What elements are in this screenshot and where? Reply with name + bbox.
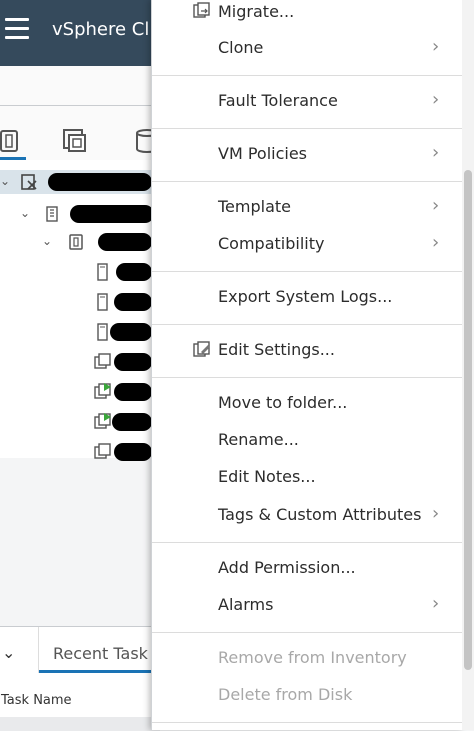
menu-item-delete-from-disk: Delete from Disk: [152, 678, 463, 712]
vm-icon: [94, 443, 111, 459]
tree-row-vm[interactable]: [0, 350, 160, 374]
menu-item-label: Fault Tolerance: [218, 91, 338, 110]
menu-scrollbar[interactable]: [462, 0, 474, 730]
hosts-and-clusters-tab-icon[interactable]: [0, 128, 26, 154]
menu-item-edit-notes[interactable]: Edit Notes...: [152, 460, 463, 494]
tree-row-vcenter[interactable]: ⌄: [0, 170, 160, 194]
chevron-right-icon: ›: [432, 89, 440, 110]
menu-item-label: Move to folder...: [218, 393, 348, 412]
menu-item-clone[interactable]: Clone ›: [152, 31, 463, 65]
recent-tasks-label: Recent Task: [53, 644, 148, 663]
chevron-right-icon: ›: [432, 503, 440, 524]
host-icon: [97, 263, 108, 281]
app-title[interactable]: vSphere Cl: [52, 19, 149, 40]
chevron-right-icon: ›: [432, 593, 440, 614]
menu-item-migrate[interactable]: Migrate...: [152, 0, 463, 29]
chevron-down-icon[interactable]: ⌄: [0, 174, 10, 188]
vms-and-templates-tab-icon[interactable]: [62, 128, 88, 154]
menu-item-alarms[interactable]: Alarms ›: [152, 588, 463, 622]
menu-item-move-to-folder[interactable]: Move to folder...: [152, 386, 463, 420]
chevron-down-icon[interactable]: ⌄: [42, 234, 52, 248]
redacted-name: [114, 443, 152, 461]
menu-item-label: Rename...: [218, 430, 299, 449]
tab-recent-tasks[interactable]: Recent Task: [38, 627, 159, 673]
menu-divider: [152, 128, 463, 129]
active-tab-indicator: [39, 670, 159, 673]
hamburger-menu-icon[interactable]: [5, 18, 29, 39]
menu-divider: [152, 377, 463, 378]
chevron-right-icon: ›: [432, 195, 440, 216]
host-icon: [97, 293, 108, 311]
menu-divider: [152, 722, 463, 723]
tree-row-vm-powered-on[interactable]: [0, 380, 160, 404]
menu-item-fault-tolerance[interactable]: Fault Tolerance ›: [152, 84, 463, 118]
menu-item-vm-policies[interactable]: VM Policies ›: [152, 137, 463, 171]
redacted-name: [114, 353, 152, 371]
menu-divider: [152, 181, 463, 182]
scrollbar-thumb[interactable]: [464, 170, 472, 670]
tree-row-host[interactable]: [0, 320, 160, 344]
redacted-name: [70, 205, 154, 223]
menu-item-label: Tags & Custom Attributes: [218, 505, 422, 524]
bottom-panel: ⌄ Recent Task Task Name: [0, 626, 160, 731]
edit-settings-icon: [193, 341, 210, 357]
redacted-name: [116, 263, 152, 281]
column-header-task-name[interactable]: Task Name: [1, 693, 72, 708]
tree-row-host[interactable]: [0, 290, 160, 314]
menu-item-label: Remove from Inventory: [218, 648, 407, 667]
menu-item-label: Export System Logs...: [218, 287, 393, 306]
menu-item-label: Compatibility: [218, 234, 325, 253]
vm-powered-on-icon: [94, 413, 111, 429]
divider: [0, 105, 160, 106]
redacted-name: [114, 293, 152, 311]
menu-item-label: Edit Notes...: [218, 467, 316, 486]
table-body: [0, 717, 160, 731]
menu-item-label: Template: [218, 197, 292, 216]
redacted-name: [112, 413, 152, 431]
menu-item-rename[interactable]: Rename...: [152, 423, 463, 457]
menu-item-label: Clone: [218, 38, 264, 57]
menu-item-label: Migrate...: [218, 2, 295, 21]
menu-item-template[interactable]: Template ›: [152, 190, 463, 224]
menu-item-label: Delete from Disk: [218, 685, 353, 704]
menu-item-edit-settings[interactable]: Edit Settings...: [152, 333, 463, 367]
redacted-name: [110, 323, 152, 341]
chevron-right-icon: ›: [432, 36, 440, 57]
vcenter-icon: [21, 174, 37, 190]
tree-row-host[interactable]: [0, 260, 160, 284]
chevron-right-icon: ›: [432, 232, 440, 253]
cluster-icon: [69, 234, 83, 250]
menu-item-label: Edit Settings...: [218, 340, 335, 359]
menu-divider: [152, 271, 463, 272]
chevron-right-icon: ›: [432, 142, 440, 163]
redacted-name: [48, 173, 152, 191]
menu-divider: [152, 632, 463, 633]
menu-item-compatibility[interactable]: Compatibility ›: [152, 227, 463, 261]
tree-row-datacenter[interactable]: ⌄: [0, 202, 160, 226]
datacenter-icon: [46, 206, 58, 222]
menu-item-label: VM Policies: [218, 144, 308, 163]
menu-item-remove-from-inventory: Remove from Inventory: [152, 641, 463, 675]
menu-item-label: Add Permission...: [218, 558, 356, 577]
menu-divider: [152, 542, 463, 543]
vm-icon: [94, 353, 111, 369]
vm-powered-on-icon: [94, 383, 111, 399]
menu-item-label: Alarms: [218, 595, 274, 614]
collapse-chevron-icon[interactable]: ⌄: [2, 643, 15, 662]
redacted-name: [98, 233, 152, 251]
redacted-name: [114, 383, 152, 401]
vm-context-menu: Migrate... Clone › Fault Tolerance › VM …: [151, 0, 463, 730]
migrate-icon: [193, 2, 210, 18]
tree-row-vm[interactable]: [0, 440, 160, 464]
tree-row-vm-powered-on[interactable]: [0, 410, 160, 434]
tree-row-cluster[interactable]: ⌄: [0, 230, 160, 254]
menu-item-add-permission[interactable]: Add Permission...: [152, 551, 463, 585]
inventory-tree: ⌄ ⌄ ⌄: [0, 160, 160, 461]
chevron-down-icon[interactable]: ⌄: [20, 206, 30, 220]
menu-divider: [152, 75, 463, 76]
menu-item-tags-custom-attributes[interactable]: Tags & Custom Attributes ›: [152, 498, 463, 532]
menu-divider: [152, 324, 463, 325]
menu-item-export-system-logs[interactable]: Export System Logs...: [152, 280, 463, 314]
